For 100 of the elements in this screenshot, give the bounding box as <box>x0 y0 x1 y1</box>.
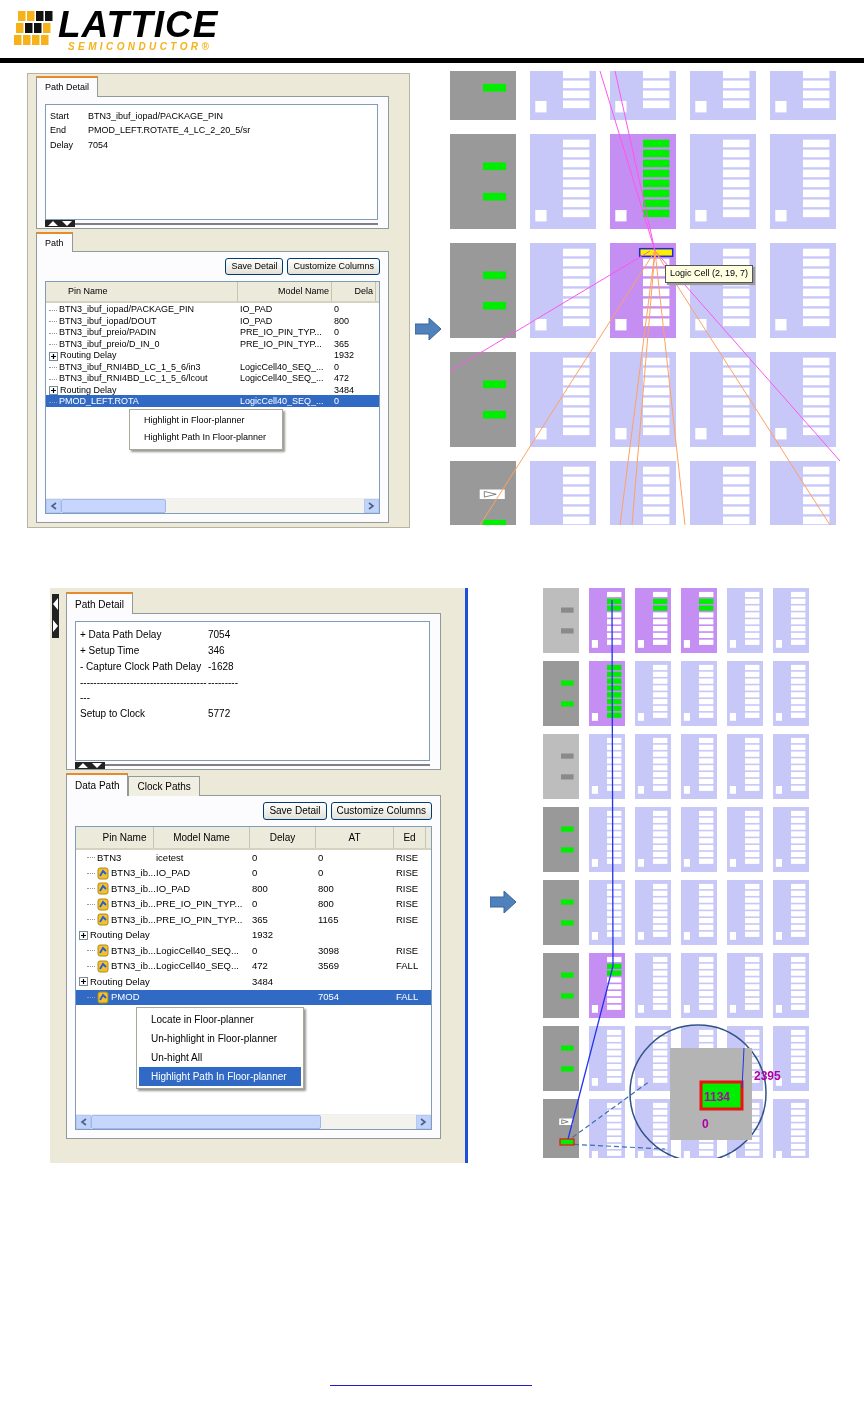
customize-columns-button[interactable]: Customize Columns <box>330 802 432 820</box>
save-button[interactable]: Save Detail <box>263 802 327 820</box>
table-cell-text: BTN3_ibuf_iopad/DOUT <box>59 314 157 328</box>
table-cell-text: LogicCell40_SEQ_... <box>239 360 325 374</box>
table-cell-text: 0 <box>333 395 340 409</box>
table-cell: PMOD <box>111 990 140 1005</box>
table-cell-text: RISE <box>395 897 420 912</box>
customize-columns-button[interactable]: Customize Columns <box>287 258 380 275</box>
menu-item[interactable]: Un-highlight in Floor-planner <box>139 1029 301 1048</box>
table-row[interactable]: BTN3_ibuf_preio/PADIN PRE_IO_PIN_TYP... 0 <box>46 326 379 338</box>
table-cell-text: RISE <box>395 912 420 927</box>
column-header[interactable]: Ed <box>394 827 426 848</box>
summary-value: -1628 <box>208 660 235 674</box>
summary-value: 346 <box>208 644 226 658</box>
table-cell: BTN3 <box>97 850 122 865</box>
tab[interactable]: Clock Paths <box>128 776 200 796</box>
table-row[interactable]: Routing Delay 1932 <box>46 349 379 361</box>
tab[interactable]: Path Detail <box>66 592 133 614</box>
table-cell: BTN3_ib... <box>111 866 156 881</box>
table-cell-text: 1165 <box>317 912 340 927</box>
menu-item[interactable]: Highlight Path In Floor-planner <box>139 1067 301 1086</box>
table-cell-text: 7054 <box>317 990 341 1005</box>
table-cell-text: IO_PAD <box>239 314 274 328</box>
table-cell: Routing Delay <box>90 974 150 989</box>
table-cell-text: PRE_IO_PIN_TYP... <box>239 337 323 351</box>
menu-item[interactable]: Un-hight All <box>139 1048 301 1067</box>
table-cell-text: 0 <box>251 943 259 958</box>
table-row[interactable]: BTN3 icetest 0 0 RISE <box>76 850 431 866</box>
table-row[interactable]: BTN3_ib...IO_PAD 0 0 RISE <box>76 865 431 881</box>
table-row[interactable]: BTN3_ibuf_preio/D_IN_0 PRE_IO_PIN_TYP... 365 <box>46 337 379 350</box>
table-cell-text: IO_PAD <box>155 866 192 881</box>
table-row[interactable]: PMOD 7054 FALL <box>76 989 431 1005</box>
column-header[interactable]: Pin Name <box>46 281 238 302</box>
table-row[interactable]: BTN3_ib...IO_PAD 800 800 RISE <box>76 881 431 897</box>
table-cell-text: icetest <box>155 850 185 865</box>
table-cell-text: 472 <box>333 372 351 386</box>
table-cell-text: 0 <box>251 850 259 865</box>
table-cell-text: LogicCell40_SEQ_... <box>239 372 325 386</box>
table-cell: BTN3_ib... <box>111 912 156 927</box>
table-row[interactable]: PMOD_LEFT.ROTA LogicCell40_SEQ_... 0 <box>46 395 379 407</box>
table-row[interactable]: BTN3_ib...LogicCell40_SEQ... 0 3098 RISE <box>76 943 431 959</box>
menu-item[interactable]: Locate in Floor-planner <box>139 1010 301 1029</box>
table-cell-text: Routing Delay <box>60 383 117 397</box>
table-cell-text: 0 <box>333 326 340 340</box>
column-header[interactable]: Dela <box>332 281 376 302</box>
summary-label: + Data Path Delay <box>80 628 163 642</box>
tab[interactable]: Path <box>36 231 73 252</box>
table-cell-text: LogicCell40_SEQ_... <box>239 395 325 409</box>
summary-label: - Capture Clock Path Delay <box>80 660 203 674</box>
table-cell-text: 0 <box>251 866 259 881</box>
table-cell-text: 365 <box>251 912 269 927</box>
table-cell-text: 1932 <box>251 928 275 943</box>
table-cell-text: 3484 <box>251 974 275 989</box>
table-row[interactable]: BTN3_ib...PRE_IO_PIN_TYP... 365 1165 RISE <box>76 912 431 928</box>
table-row[interactable]: Routing Delay 3484 <box>76 974 431 990</box>
table-cell-text: 365 <box>333 337 351 351</box>
summary-value: 5772 <box>208 707 232 721</box>
table-cell-text: 800 <box>251 881 269 896</box>
table-cell-text: PRE_IO_PIN_TYP... <box>239 326 323 340</box>
table-cell-text: 800 <box>333 314 351 328</box>
table-cell-text: 3569 <box>317 959 341 974</box>
tab[interactable]: Path Detail <box>36 76 99 97</box>
cell-label: 1134 <box>704 1090 731 1104</box>
table-cell-text: RISE <box>395 881 420 896</box>
table-cell: BTN3_ibuf_preio/PADIN <box>59 326 156 340</box>
column-header[interactable]: Pin Name <box>76 827 154 848</box>
table-cell-text: 0 <box>251 897 259 912</box>
table-row[interactable]: BTN3_ib...PRE_IO_PIN_TYP... 0 800 RISE <box>76 896 431 912</box>
menu-item[interactable]: Highlight Path In Floor-planner <box>132 429 281 447</box>
table-cell-text: 3484 <box>333 383 356 397</box>
table-row[interactable]: BTN3_ib...LogicCell40_SEQ... 472 3569 FALL <box>76 958 431 974</box>
table-cell-text: RISE <box>395 866 420 881</box>
table-cell: PMOD_LEFT.ROTA <box>59 395 139 409</box>
table-cell: BTN3_ib... <box>111 881 156 896</box>
column-header[interactable]: AT <box>316 827 394 848</box>
column-header[interactable]: Delay <box>250 827 316 848</box>
summary-label: + Setup Time <box>80 644 141 658</box>
table-row[interactable]: Routing Delay 1932 <box>76 927 431 943</box>
tab[interactable]: Data Path <box>66 773 129 796</box>
column-header[interactable]: Model Name <box>238 281 332 302</box>
menu-item[interactable]: Highlight in Floor-planner <box>132 411 281 430</box>
table-cell-text: BTN3_ibuf_RNI4BD_LC_1_5_6/in3 <box>59 360 201 374</box>
table-cell-text: RISE <box>395 850 420 865</box>
table-cell-text: 1932 <box>333 349 356 363</box>
table-cell-text: IO_PAD <box>239 303 274 317</box>
summary-label: Delay <box>50 138 74 152</box>
tooltip: Logic Cell (2, 19, 7) <box>665 265 754 283</box>
table-row[interactable]: BTN3_ibuf_iopad/DOUT IO_PAD 800 <box>46 314 379 327</box>
table-row[interactable]: Routing Delay 3484 <box>46 383 379 396</box>
table-row[interactable]: BTN3_ibuf_RNI4BD_LC_1_5_6/in3 LogicCell40_SEQ_... 0 <box>46 360 379 373</box>
logo-tagline: SEMICONDUCTOR® <box>68 42 214 52</box>
table-cell-text: 800 <box>317 897 335 912</box>
summary-value: PMOD_LEFT.ROTATE_4_LC_2_20_5/sr <box>88 124 252 137</box>
save-button[interactable]: Save Detail <box>225 258 284 275</box>
table-row[interactable]: BTN3_ibuf_iopad/PACKAGE_PIN IO_PAD 0 <box>46 303 379 315</box>
table-cell-text: 3098 <box>317 943 341 958</box>
table-cell-text: 472 <box>251 959 269 974</box>
table-row[interactable]: BTN3_ibuf_RNI4BD_LC_1_5_6/lcout LogicCell40_SEQ_... 472 <box>46 372 379 384</box>
table-cell: BTN3_ib... <box>111 959 156 974</box>
column-header[interactable]: Model Name <box>154 827 250 848</box>
